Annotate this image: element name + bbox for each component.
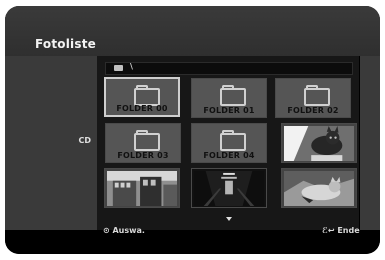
scrollbar-track[interactable] (360, 56, 380, 230)
folder-label: FOLDER 04 (203, 151, 255, 160)
path-text: \ (130, 62, 133, 71)
folder-tile-00[interactable]: FOLDER 00 (104, 77, 180, 117)
photo-thumbnail (284, 126, 354, 161)
source-label: CD (78, 136, 91, 145)
folder-tile-01[interactable]: FOLDER 01 (191, 78, 267, 118)
folder-tile-04[interactable]: FOLDER 04 (191, 123, 267, 163)
folder-label: FOLDER 01 (203, 106, 255, 115)
folder-label: FOLDER 03 (117, 151, 169, 160)
folder-icon (304, 88, 330, 106)
select-hint: ⊙ Auswa. (103, 226, 145, 235)
sidebar: CD (5, 56, 97, 230)
photo-list-panel: Fotoliste CD \ FOLDER 00 FOLDER 01 FOLDE… (5, 6, 380, 254)
photo-tile-street[interactable] (104, 168, 180, 208)
screen: Fotoliste CD \ FOLDER 00 FOLDER 01 FOLDE… (0, 0, 385, 260)
folder-label: FOLDER 02 (287, 106, 339, 115)
arrow-down-icon[interactable] (226, 217, 232, 221)
header: Fotoliste (5, 6, 380, 56)
folder-tile-03[interactable]: FOLDER 03 (105, 123, 181, 163)
folder-icon (134, 133, 160, 151)
folder-icon (220, 88, 246, 106)
folder-icon (220, 133, 246, 151)
folder-label: FOLDER 00 (116, 104, 168, 113)
photo-tile-kitten[interactable] (281, 168, 357, 208)
photo-thumbnail (107, 171, 177, 206)
folder-tile-02[interactable]: FOLDER 02 (275, 78, 351, 118)
end-hint: ℰ↩ Ende (322, 226, 360, 235)
path-bar: \ (105, 62, 353, 75)
photo-thumbnail (194, 171, 264, 206)
page-title: Fotoliste (35, 37, 96, 51)
photo-thumbnail (284, 171, 354, 206)
disc-icon (114, 65, 123, 71)
photo-tile-corridor[interactable] (191, 168, 267, 208)
photo-tile-cat[interactable] (281, 123, 357, 163)
